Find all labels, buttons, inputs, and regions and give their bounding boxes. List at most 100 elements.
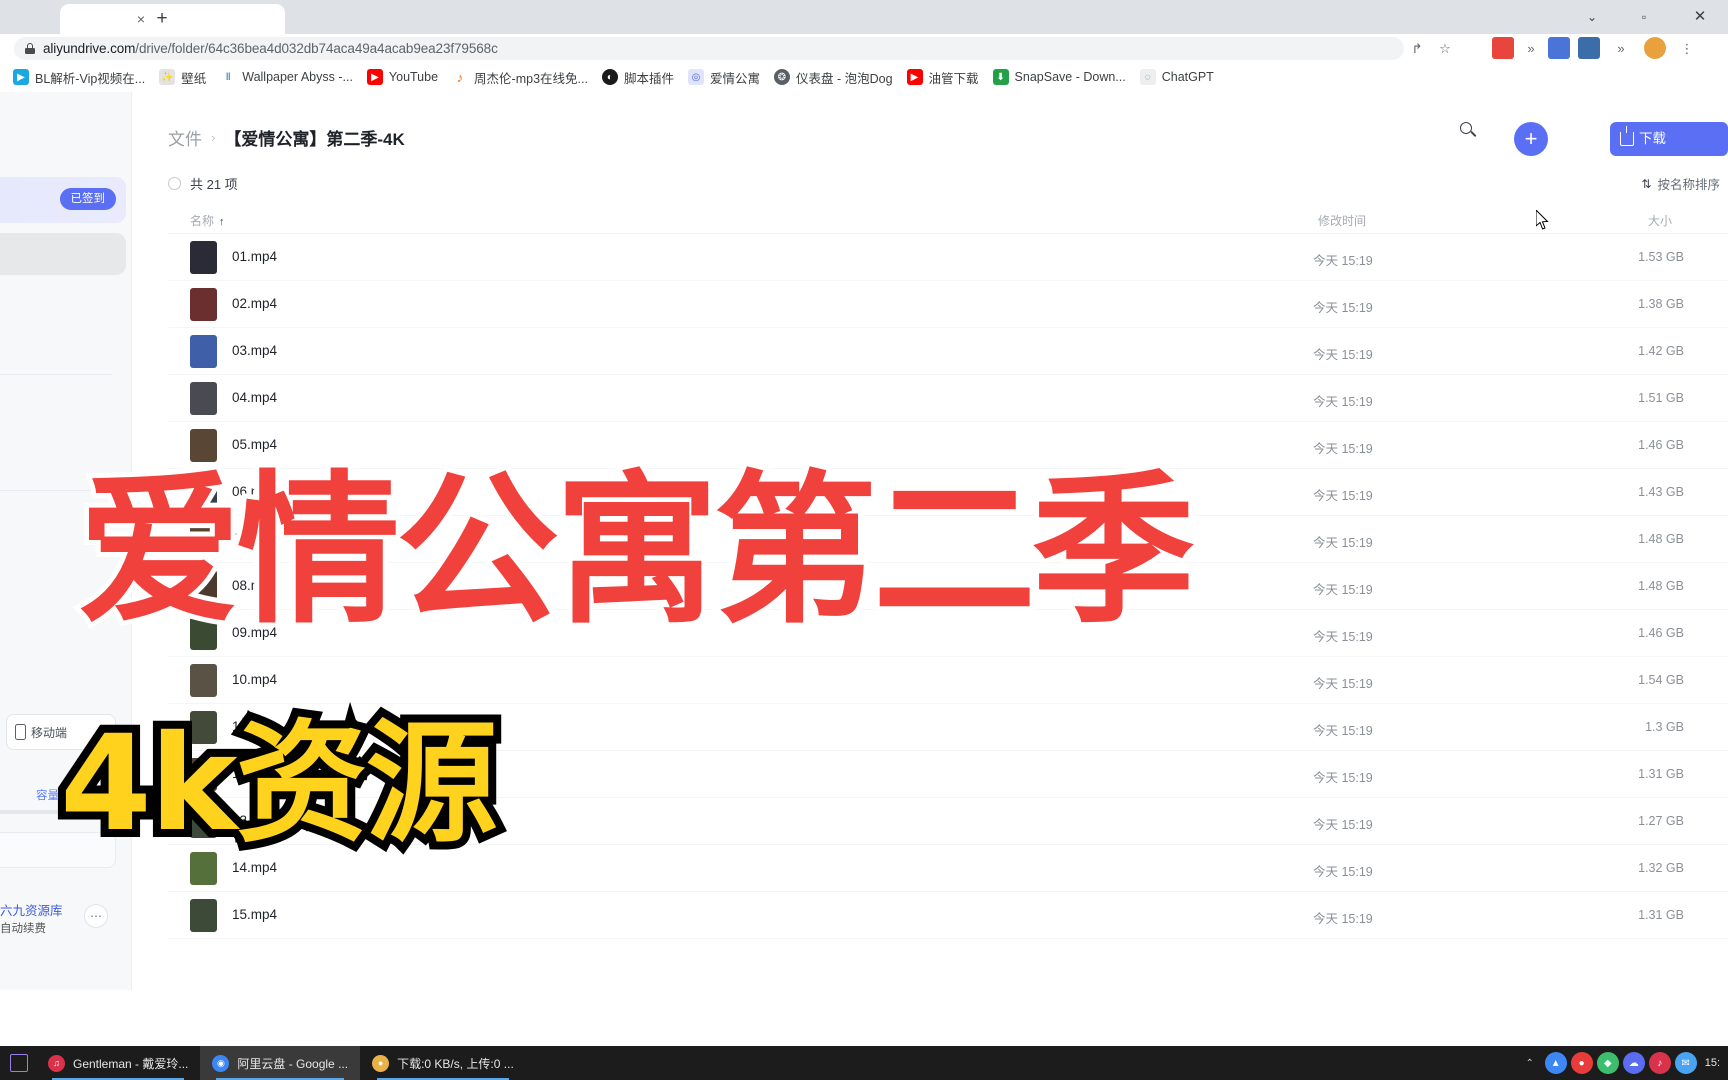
share-icon[interactable]: ↱ (1406, 38, 1428, 60)
extension-icon-3[interactable] (1578, 37, 1600, 59)
download-label: 下载 (1639, 131, 1666, 146)
column-header-name[interactable]: 名称 ↑ (190, 212, 225, 229)
sidebar-divider (0, 374, 112, 375)
bookmark-item[interactable]: ▶ YouTube (360, 65, 445, 89)
sort-icon: ⇅ (1641, 176, 1652, 191)
tray-icon-4[interactable]: ☁ (1622, 1052, 1645, 1074)
chrome-menu-icon[interactable]: ⋮ (1676, 38, 1698, 60)
bookmark-item[interactable]: ◐ 脚本插件 (595, 65, 681, 89)
table-row[interactable]: 10.mp4 今天 15:19 1.54 GB (168, 657, 1728, 704)
column-header-size[interactable]: 大小 (1648, 212, 1672, 229)
clock[interactable]: 15: (1705, 1057, 1720, 1069)
file-size: 1.53 GB (1638, 250, 1684, 264)
file-size: 1.42 GB (1638, 344, 1684, 358)
phone-icon (15, 724, 26, 740)
sort-control[interactable]: ⇅ 按名称排序 (1641, 174, 1720, 193)
bookmark-item[interactable]: ⬇ SnapSave - Down... (986, 65, 1133, 89)
chat-button[interactable]: ⋯ (84, 904, 108, 928)
sidebar-item-favorites[interactable]: 收藏夹 (0, 397, 112, 427)
file-name: 05.mp4 (232, 437, 278, 452)
puzzle-extensions-icon[interactable]: » (1610, 38, 1632, 60)
file-size: 1.46 GB (1638, 438, 1684, 452)
file-thumbnail (190, 899, 217, 932)
file-size: 1.31 GB (1638, 767, 1684, 781)
taskbar-item-music[interactable]: ♫ Gentleman - 戴爱玲... (36, 1046, 200, 1080)
extensions-overflow-icon[interactable]: » (1520, 38, 1542, 60)
file-thumbnail (190, 288, 217, 321)
upload-button[interactable] (0, 233, 126, 275)
bookmark-favicon: ▶ (906, 69, 923, 85)
column-header-time[interactable]: 修改时间 (1318, 212, 1366, 229)
file-size: 1.46 GB (1638, 626, 1684, 640)
bookmark-label: 爱情公寓 (709, 71, 760, 86)
bookmark-item[interactable]: ◎ 爱情公寓 (681, 65, 767, 89)
file-modified-time: 今天 15:19 (1313, 912, 1373, 926)
window-minimize-button[interactable]: ⌄ (1572, 4, 1612, 30)
bookmark-label: SnapSave - Down... (1014, 70, 1126, 84)
bookmarks-bar: ▶ BL解析-Vip视频在... ✨ 壁纸 ‖ Wallpaper Abyss -..… (0, 62, 1728, 92)
mouse-cursor (1536, 210, 1549, 230)
bookmark-favicon: ◎ (687, 69, 704, 85)
tray-icon-3[interactable]: ◆ (1596, 1052, 1619, 1074)
table-row[interactable]: 15.mp4 今天 15:19 1.31 GB (168, 892, 1728, 939)
tray-icon-5[interactable]: ♪ (1648, 1052, 1671, 1074)
bookmark-favicon: ◌ (1139, 69, 1156, 85)
file-name: 04.mp4 (232, 390, 278, 405)
table-row[interactable]: 02.mp4 今天 15:19 1.38 GB (168, 281, 1728, 328)
taskbar-item-label: 下载:0 KB/s, 上传:0 ... (397, 1056, 514, 1071)
add-button[interactable]: + (1514, 122, 1548, 156)
table-row[interactable]: 03.mp4 今天 15:19 1.42 GB (168, 328, 1728, 375)
url-host: aliyundrive.com (43, 41, 136, 56)
promo-link[interactable]: 六九资源库 (0, 900, 63, 919)
download-button[interactable]: 下载 (1610, 122, 1728, 156)
lock-icon (24, 43, 35, 54)
checkin-button[interactable]: 已签到 (59, 188, 116, 210)
bookmark-item[interactable]: ❂ 仪表盘 - 泡泡Dog (767, 65, 900, 89)
breadcrumb-root[interactable]: 文件 (168, 125, 202, 150)
taskbar-item-chrome[interactable]: ◉ 阿里云盘 - Google ... (200, 1046, 361, 1080)
bookmark-star-icon[interactable]: ☆ (1434, 38, 1456, 60)
select-all-checkbox[interactable] (168, 177, 181, 190)
taskbar-item-downloader[interactable]: ● 下载:0 KB/s, 上传:0 ... (360, 1046, 526, 1080)
chrome-icon: ◉ (212, 1054, 230, 1072)
screen-root: × + ⌄ ▫ ✕ aliyundrive.com/drive/folder/6… (0, 0, 1728, 1080)
bookmark-item[interactable]: ‖ Wallpaper Abyss -... (213, 65, 360, 89)
file-thumbnail (190, 241, 217, 274)
search-button[interactable] (1460, 122, 1490, 152)
sidebar-item-my-files[interactable]: 我的资料 (0, 324, 112, 354)
bookmark-label: 油管下载 (928, 71, 979, 86)
sidebar-item-recent[interactable]: 最常使用 (0, 284, 112, 314)
table-row[interactable]: 01.mp4 今天 15:19 1.53 GB (168, 234, 1728, 281)
file-modified-time: 今天 15:19 (1313, 348, 1373, 362)
file-name: 14.mp4 (232, 860, 278, 875)
table-header-row: 名称 ↑ 修改时间 大小 (168, 204, 1728, 234)
taskbar-item-label: Gentleman - 戴爱玲... (73, 1056, 189, 1071)
sidebar-promo-card[interactable]: 每日打卡走步 奖励·影音卡 已签到 (0, 177, 126, 223)
window-close-button[interactable]: ✕ (1680, 4, 1720, 30)
file-modified-time: 今天 15:19 (1313, 395, 1373, 409)
bookmark-item[interactable]: ♪ 周杰伦-mp3在线免... (445, 65, 595, 89)
promo-sub-label: 自动续费 (0, 923, 46, 935)
address-bar[interactable]: aliyundrive.com/drive/folder/64c36bea4d0… (14, 37, 1404, 60)
start-button-icon[interactable] (10, 1054, 28, 1072)
tray-expand-icon[interactable]: ⌃ (1519, 1052, 1541, 1074)
bookmark-item[interactable]: ▶ BL解析-Vip视频在... (6, 65, 152, 89)
download-icon (1620, 126, 1634, 146)
new-tab-button[interactable]: + (148, 6, 176, 32)
tray-icon-2[interactable]: ● (1570, 1052, 1593, 1074)
table-row[interactable]: 04.mp4 今天 15:19 1.51 GB (168, 375, 1728, 422)
extension-icon-2[interactable] (1548, 37, 1570, 59)
window-maximize-button[interactable]: ▫ (1624, 4, 1664, 30)
bookmark-label: ChatGPT (1161, 70, 1214, 84)
file-size: 1.54 GB (1638, 673, 1684, 687)
taskbar: ♫ Gentleman - 戴爱玲... ◉ 阿里云盘 - Google ...… (0, 1046, 1728, 1080)
extension-icon-1[interactable] (1492, 37, 1514, 59)
url-path: /drive/folder/64c36bea4d032db74aca49a4ac… (135, 41, 498, 56)
bookmark-item[interactable]: ✨ 壁纸 (152, 65, 213, 89)
bookmark-item[interactable]: ▶ 油管下载 (900, 65, 986, 89)
bookmark-item[interactable]: ◌ ChatGPT (1133, 65, 1221, 89)
tray-icon-6[interactable]: ✉ (1674, 1052, 1697, 1074)
tray-icon-1[interactable]: ▲ (1544, 1052, 1567, 1074)
avatar[interactable] (1644, 37, 1666, 59)
chat-icon: ⋯ (90, 909, 102, 923)
